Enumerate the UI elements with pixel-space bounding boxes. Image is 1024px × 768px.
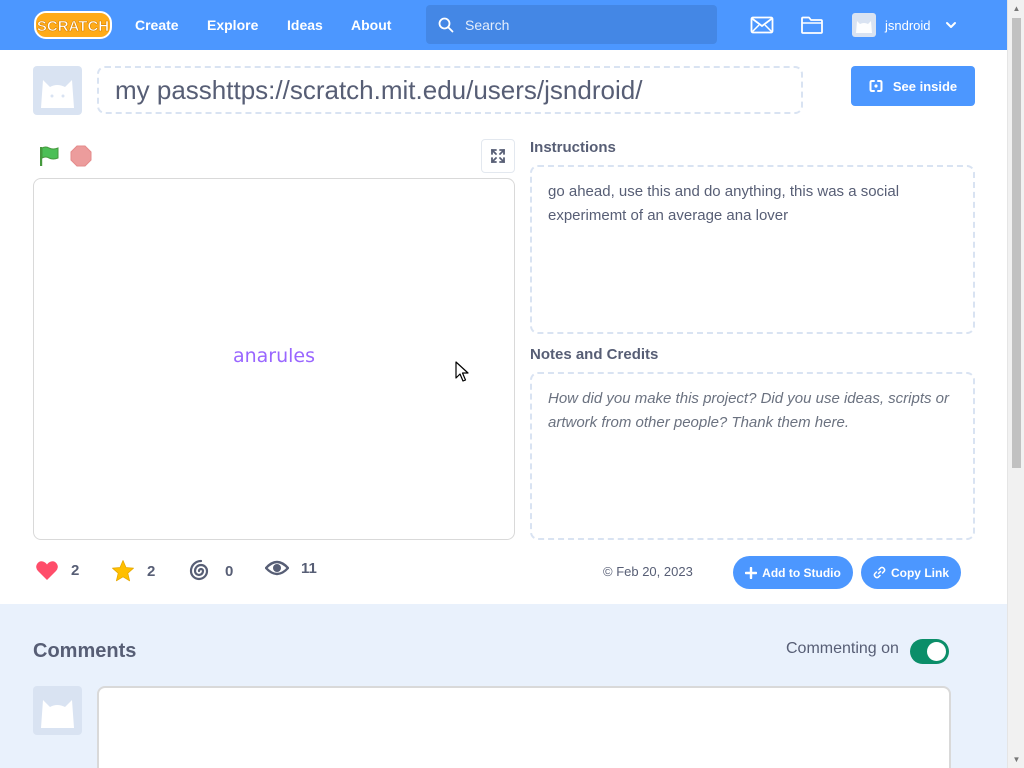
favorite-stat[interactable]: 2	[111, 559, 155, 583]
top-navbar: SCRATCH Create Explore Ideas About jsndr…	[0, 0, 1007, 50]
notes-credits-textarea[interactable]: How did you make this project? Did you u…	[530, 372, 975, 540]
fullscreen-icon	[491, 149, 505, 163]
views-count: 11	[301, 559, 317, 577]
stage-sprite-text: anarules	[232, 345, 316, 367]
instructions-heading: Instructions	[530, 139, 616, 156]
user-avatar	[852, 13, 876, 37]
nav-explore-link[interactable]: Explore	[192, 0, 273, 50]
remix-stat: 0	[189, 559, 233, 583]
eye-icon	[265, 560, 289, 576]
scroll-up-arrow-icon[interactable]: ▲	[1012, 4, 1021, 13]
remix-count: 0	[225, 562, 234, 580]
scratch-logo[interactable]: SCRATCH	[34, 10, 114, 40]
chevron-down-icon	[945, 22, 956, 28]
project-title-input[interactable]: my passhttps://scratch.mit.edu/users/jsn…	[97, 66, 803, 114]
plus-icon	[745, 566, 758, 579]
commenting-status-label: Commenting on	[786, 640, 899, 657]
link-icon	[873, 566, 886, 579]
instructions-textarea[interactable]: go ahead, use this and do anything, this…	[530, 165, 975, 334]
search-box[interactable]	[426, 5, 717, 44]
notes-credits-heading: Notes and Credits	[530, 346, 659, 363]
fullscreen-button[interactable]	[481, 139, 515, 173]
nav-about-link[interactable]: About	[336, 0, 406, 50]
favorite-count: 2	[147, 562, 156, 580]
stop-icon[interactable]	[70, 145, 92, 167]
page-scrollbar[interactable]: ▲ ▼	[1007, 0, 1024, 768]
green-flag-icon[interactable]	[37, 144, 61, 168]
search-icon	[438, 17, 454, 32]
copy-link-label: Copy Link	[890, 565, 949, 580]
heart-icon	[36, 561, 58, 580]
comment-input[interactable]	[97, 686, 951, 768]
messages-icon[interactable]	[750, 13, 774, 37]
views-stat: 11	[265, 559, 317, 577]
toggle-knob	[927, 642, 946, 661]
love-stat[interactable]: 2	[35, 559, 79, 581]
username-label: jsndroid	[885, 17, 931, 33]
shared-date: © Feb 20, 2023	[603, 564, 693, 579]
nav-ideas-link[interactable]: Ideas	[272, 0, 338, 50]
add-to-studio-button[interactable]: Add to Studio	[733, 556, 853, 589]
commenting-toggle[interactable]	[910, 639, 949, 664]
see-inside-icon	[869, 80, 883, 92]
star-icon	[112, 560, 134, 582]
copy-link-button[interactable]: Copy Link	[861, 556, 961, 589]
commenter-avatar	[33, 686, 82, 735]
scroll-down-arrow-icon[interactable]: ▼	[1012, 755, 1021, 764]
see-inside-label: See inside	[892, 78, 958, 94]
add-to-studio-label: Add to Studio	[762, 565, 841, 580]
scrollbar-thumb[interactable]	[1012, 18, 1021, 468]
project-author-avatar[interactable]	[33, 66, 82, 115]
nav-create-link[interactable]: Create	[120, 0, 194, 50]
logo-text: SCRATCH	[37, 18, 109, 35]
comments-heading: Comments	[33, 640, 137, 662]
mouse-cursor-icon	[455, 361, 469, 382]
search-input[interactable]	[465, 16, 705, 33]
my-stuff-folder-icon[interactable]	[800, 13, 824, 37]
remix-spiral-icon	[189, 559, 209, 581]
see-inside-button[interactable]: See inside	[851, 66, 975, 106]
project-stage[interactable]: anarules	[33, 178, 515, 540]
user-account-menu[interactable]: jsndroid	[852, 13, 957, 37]
love-count: 2	[71, 561, 80, 579]
